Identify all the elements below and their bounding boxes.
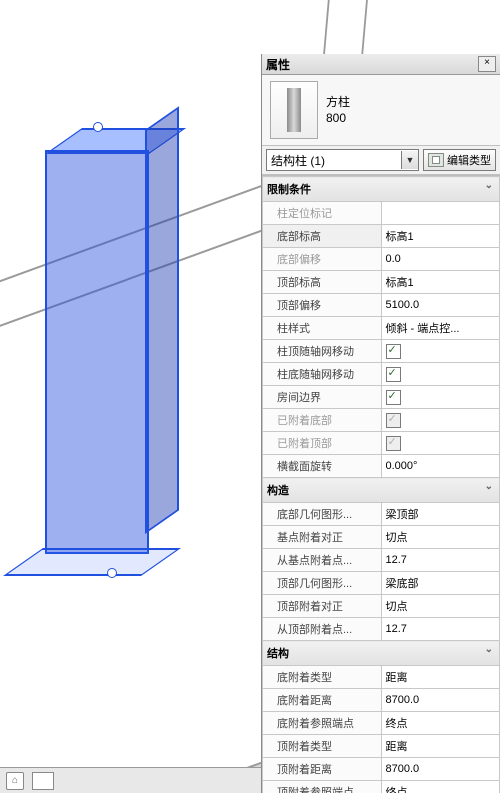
prop-label: 柱定位标记 [263, 202, 382, 225]
checkbox[interactable] [386, 367, 401, 382]
prop-value[interactable]: 5100.0 [381, 294, 500, 317]
prop-label: 底附着类型 [263, 666, 382, 689]
prop-label: 底部偏移 [263, 248, 382, 271]
edit-type-icon [428, 153, 444, 167]
prop-label: 柱顶随轴网移动 [263, 340, 382, 363]
prop-value[interactable]: 12.7 [381, 618, 500, 641]
group-header[interactable]: 结构⌄ [263, 641, 500, 666]
prop-label: 顶附着距离 [263, 758, 382, 781]
panel-titlebar[interactable]: 属性 × [262, 54, 500, 75]
type-name: 800 [326, 110, 350, 126]
property-grid[interactable]: 限制条件⌄柱定位标记底部标高标高1底部偏移0.0顶部标高标高1顶部偏移5100.… [262, 175, 500, 793]
instance-selector-text: 结构柱 (1) [267, 152, 401, 169]
prop-label: 柱底随轴网移动 [263, 363, 382, 386]
edit-type-label: 编辑类型 [447, 152, 491, 168]
prop-label: 已附着底部 [263, 409, 382, 432]
prop-label: 房间边界 [263, 386, 382, 409]
prop-value[interactable]: 终点 [381, 781, 500, 793]
prop-value[interactable]: 0.000° [381, 455, 500, 478]
prop-label: 底附着参照端点 [263, 712, 382, 735]
checkbox[interactable] [386, 344, 401, 359]
prop-label: 已附着顶部 [263, 432, 382, 455]
selected-column[interactable] [45, 150, 175, 570]
group-header[interactable]: 构造⌄ [263, 478, 500, 503]
prop-label: 顶部标高 [263, 271, 382, 294]
prop-value[interactable]: 距离 [381, 666, 500, 689]
prop-value[interactable] [381, 340, 500, 363]
prop-label: 横截面旋转 [263, 455, 382, 478]
prop-value[interactable]: 标高1 [381, 225, 500, 248]
prop-label: 顶部偏移 [263, 294, 382, 317]
prop-label: 柱样式 [263, 317, 382, 340]
prop-value[interactable]: 标高1 [381, 271, 500, 294]
prop-value[interactable]: 梁底部 [381, 572, 500, 595]
collapse-icon[interactable]: ⌄ [485, 481, 493, 492]
properties-panel: 属性 × 方柱 800 结构柱 (1) ▼ 编辑类型 限制条件⌄柱定位标记底部标… [261, 54, 500, 793]
close-icon[interactable]: × [478, 56, 496, 72]
checkbox [386, 413, 401, 428]
prop-value: 0.0 [381, 248, 500, 271]
prop-label: 底附着距离 [263, 689, 382, 712]
prop-label: 顶部几何图形... [263, 572, 382, 595]
prop-value [381, 409, 500, 432]
prop-label: 从基点附着点... [263, 549, 382, 572]
status-bar: ⌂ [0, 767, 262, 793]
prop-label: 顶部附着对正 [263, 595, 382, 618]
type-selector[interactable]: 方柱 800 [262, 75, 500, 146]
checkbox [386, 436, 401, 451]
prop-value[interactable]: 切点 [381, 595, 500, 618]
group-header[interactable]: 限制条件⌄ [263, 177, 500, 202]
prop-value[interactable]: 12.7 [381, 549, 500, 572]
collapse-icon[interactable]: ⌄ [485, 180, 493, 191]
panel-title-text: 属性 [266, 56, 478, 73]
prop-value[interactable]: 8700.0 [381, 689, 500, 712]
type-family: 方柱 [326, 94, 350, 110]
prop-value [381, 202, 500, 225]
prop-value[interactable]: 终点 [381, 712, 500, 735]
prop-value[interactable] [381, 386, 500, 409]
status-link-icon[interactable] [32, 772, 54, 790]
prop-value[interactable]: 倾斜 - 端点控... [381, 317, 500, 340]
status-icon[interactable]: ⌂ [6, 772, 24, 790]
type-label: 方柱 800 [326, 94, 350, 126]
prop-value[interactable] [381, 363, 500, 386]
grip-handle[interactable] [93, 122, 103, 132]
prop-label: 底部标高 [263, 225, 382, 248]
type-thumbnail [270, 81, 318, 139]
checkbox[interactable] [386, 390, 401, 405]
prop-value[interactable]: 距离 [381, 735, 500, 758]
prop-label: 顶附着参照端点 [263, 781, 382, 793]
grip-handle[interactable] [107, 568, 117, 578]
edit-type-button[interactable]: 编辑类型 [423, 149, 496, 171]
prop-label: 基点附着对正 [263, 526, 382, 549]
prop-value [381, 432, 500, 455]
prop-label: 顶附着类型 [263, 735, 382, 758]
prop-value[interactable]: 8700.0 [381, 758, 500, 781]
instance-selector[interactable]: 结构柱 (1) ▼ [266, 149, 419, 171]
collapse-icon[interactable]: ⌄ [485, 644, 493, 655]
chevron-down-icon[interactable]: ▼ [401, 151, 418, 169]
prop-value[interactable]: 梁顶部 [381, 503, 500, 526]
prop-label: 从顶部附着点... [263, 618, 382, 641]
prop-label: 底部几何图形... [263, 503, 382, 526]
prop-value[interactable]: 切点 [381, 526, 500, 549]
